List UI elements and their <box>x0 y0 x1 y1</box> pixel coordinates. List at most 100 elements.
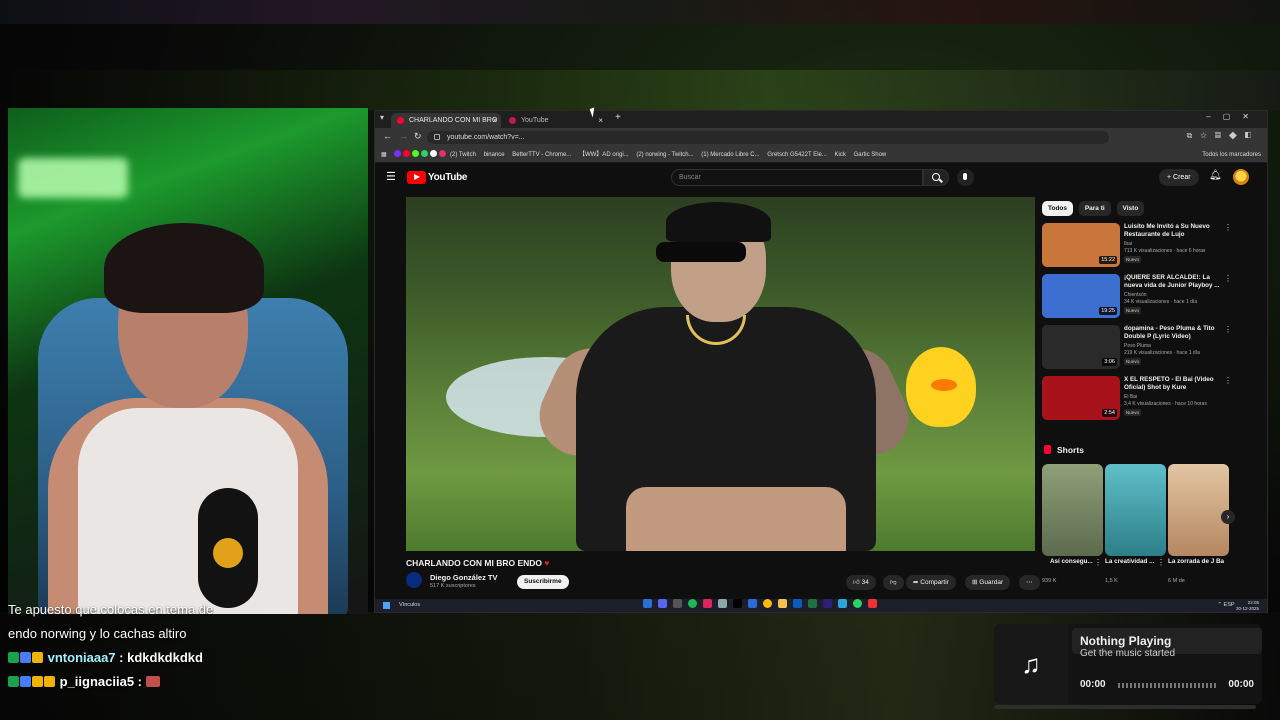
recommendation-item[interactable]: 2:54 X EL RESPETO - El Bai (Video Oficia… <box>1042 376 1232 424</box>
bookmark-item[interactable]: Kick <box>835 147 846 162</box>
folder-icon[interactable] <box>778 599 787 608</box>
app-icon[interactable] <box>703 599 712 608</box>
app-icon[interactable] <box>643 599 652 608</box>
search-input[interactable]: Buscar <box>671 169 923 186</box>
short-title[interactable]: La creatividad ... <box>1105 558 1161 566</box>
apps-icon[interactable]: ▦ <box>381 147 387 162</box>
recommendation-channel[interactable]: Ibai <box>1124 241 1229 248</box>
app-icon[interactable] <box>748 599 757 608</box>
voice-search-icon[interactable] <box>957 169 974 186</box>
bookmark-item[interactable]: Gartic Show <box>854 147 887 162</box>
more-options-icon[interactable]: ⋮ <box>1224 223 1232 232</box>
bookmark-icon[interactable] <box>421 150 429 157</box>
recommendation-channel[interactable]: Chientsón <box>1124 292 1229 299</box>
create-button[interactable]: + Crear <box>1159 169 1199 186</box>
chip-all[interactable]: Todos <box>1042 201 1074 216</box>
app-icon[interactable] <box>733 599 742 608</box>
avatar[interactable] <box>1233 169 1249 185</box>
thumbnail[interactable]: 19:25 <box>1042 274 1120 318</box>
reload-icon[interactable]: ↻ <box>414 131 422 142</box>
dislike-button[interactable]: 👎︎ <box>883 575 904 590</box>
recommendation-item[interactable]: 3:06 dopamina - Peso Pluma & Tito Double… <box>1042 325 1232 373</box>
thumbnail[interactable]: 3:06 <box>1042 325 1120 369</box>
short-thumbnail[interactable] <box>1042 464 1103 556</box>
photoshop-icon[interactable] <box>793 599 802 608</box>
recommendation-channel[interactable]: Peso Pluma <box>1124 343 1229 350</box>
more-options-icon[interactable]: ⋮ <box>1094 558 1102 567</box>
new-tab-icon[interactable]: + <box>615 112 621 123</box>
bookmark-item[interactable]: (1) Mercado Libre C... <box>701 147 759 162</box>
language-indicator[interactable]: ESP <box>1224 602 1235 608</box>
clock[interactable]: 22:05 30-12-2025 <box>1236 600 1259 612</box>
bookmark-item[interactable]: binance <box>484 147 505 162</box>
telegram-icon[interactable] <box>838 599 847 608</box>
notifications-icon[interactable]: 🔔︎ <box>1209 170 1222 181</box>
like-button[interactable]: 👍︎ 34 <box>846 575 876 590</box>
more-options-icon[interactable]: ⋮ <box>1157 558 1165 567</box>
tray-arrow-icon[interactable]: ⌃ <box>1217 602 1222 608</box>
bookmark-item[interactable]: 【WW】AD origi... <box>579 147 629 162</box>
tab-search-icon[interactable]: ▾ <box>380 113 384 122</box>
app-icon[interactable] <box>673 599 682 608</box>
recommendation-title[interactable]: Luisito Me Invitó a Su Nuevo Restaurante… <box>1124 223 1224 239</box>
recommendation-channel[interactable]: El Bai <box>1124 394 1229 401</box>
save-button[interactable]: ⊞ Guardar <box>965 575 1011 590</box>
recommendation-item[interactable]: 15:22 Luisito Me Invitó a Su Nuevo Resta… <box>1042 223 1232 271</box>
bookmark-icon[interactable] <box>403 150 411 157</box>
chip-watched[interactable]: Visto <box>1116 201 1145 216</box>
channel-avatar[interactable] <box>406 572 422 588</box>
youtube-logo[interactable]: YouTube <box>407 170 468 184</box>
discord-icon[interactable] <box>658 599 667 608</box>
bookmark-icon[interactable] <box>439 150 447 157</box>
site-info-icon[interactable] <box>434 134 440 140</box>
chat-username[interactable]: p_iignaciia5 <box>60 674 134 689</box>
back-icon[interactable]: ← <box>383 131 392 141</box>
bookmark-item[interactable]: Gretsch G5422T Ele... <box>767 147 827 162</box>
premiere-icon[interactable] <box>823 599 832 608</box>
app-icon[interactable] <box>718 599 727 608</box>
chat-username[interactable]: vntoniaaa7 <box>48 650 116 665</box>
more-options-icon[interactable]: ⋮ <box>1224 325 1232 334</box>
url-field[interactable]: youtube.com/watch?v=... <box>427 131 1109 144</box>
video-player[interactable] <box>406 197 1035 551</box>
subscribe-button[interactable]: Suscribirme <box>517 575 569 589</box>
windows-start-icon[interactable] <box>383 602 390 609</box>
extension-icons[interactable]: ⧉☆▦◆◧ <box>1187 131 1259 141</box>
bookmark-icon[interactable] <box>394 150 402 157</box>
obs-icon[interactable] <box>868 599 877 608</box>
spotify-icon[interactable] <box>688 599 697 608</box>
channel-name[interactable]: Diego González TV <box>430 573 498 582</box>
more-options-icon[interactable]: ⋮ <box>1224 376 1232 385</box>
recommendation-title[interactable]: dopamina - Peso Pluma & Tito Double P (L… <box>1124 325 1224 341</box>
recommendation-title[interactable]: X EL RESPETO - El Bai (Video Oficial) Sh… <box>1124 376 1224 392</box>
thumbnail[interactable]: 2:54 <box>1042 376 1120 420</box>
bookmark-item[interactable]: (2) norwing - Twitch... <box>636 147 693 162</box>
chip-for-you[interactable]: Para ti <box>1078 201 1111 216</box>
short-thumbnail[interactable] <box>1168 464 1229 556</box>
share-button[interactable]: ➦ Compartir <box>906 575 956 590</box>
close-icon[interactable]: × <box>598 113 603 128</box>
bookmark-icon[interactable] <box>412 150 420 157</box>
recommendation-item[interactable]: 19:25 ¡QUIERE SER ALCALDE!: La nueva vid… <box>1042 274 1232 322</box>
menu-icon[interactable]: ☰ <box>386 170 396 183</box>
short-thumbnail[interactable] <box>1105 464 1166 556</box>
app-icon[interactable] <box>808 599 817 608</box>
chrome-icon[interactable] <box>763 599 772 608</box>
more-actions-icon[interactable]: ⋯ <box>1019 575 1040 590</box>
taskbar-links[interactable]: Vínculos <box>399 599 420 612</box>
thumbnail[interactable]: 15:22 <box>1042 223 1120 267</box>
bookmark-icon[interactable] <box>430 150 438 157</box>
forward-icon[interactable]: → <box>399 131 408 141</box>
bookmark-item[interactable]: BetterTTV - Chrome... <box>512 147 571 162</box>
bookmark-item[interactable]: (2) Twitch <box>450 147 476 162</box>
close-icon[interactable]: × <box>492 113 497 128</box>
chevron-right-icon[interactable]: › <box>1221 510 1235 524</box>
whatsapp-icon[interactable] <box>853 599 862 608</box>
all-bookmarks-button[interactable]: Todos los marcadores <box>1196 147 1261 162</box>
tab-video[interactable]: CHARLANDO CON MI BRO × <box>391 113 501 128</box>
more-options-icon[interactable]: ⋮ <box>1224 274 1232 283</box>
short-title[interactable]: La zorrada de J Balvin ... <box>1168 558 1224 566</box>
window-controls[interactable]: –▢✕ <box>1206 112 1261 121</box>
recommendation-title[interactable]: ¡QUIERE SER ALCALDE!: La nueva vida de J… <box>1124 274 1224 290</box>
search-icon[interactable] <box>923 169 949 186</box>
